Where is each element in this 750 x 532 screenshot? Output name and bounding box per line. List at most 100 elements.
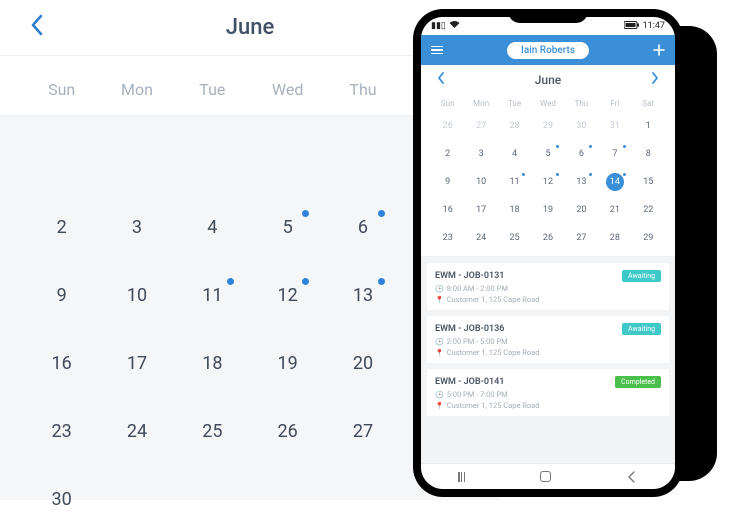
calendar-day[interactable]: 17	[464, 200, 497, 220]
job-card-header: EWM - JOB-0141Completed	[435, 376, 661, 388]
mobile-calendar-grid: 2627282930311234567891011121314151617181…	[421, 114, 675, 257]
calendar-day[interactable]: 10	[99, 272, 174, 318]
calendar-day[interactable]: 9	[24, 272, 99, 318]
job-card[interactable]: EWM - JOB-0131Awaiting🕒8:00 AM - 2:00 PM…	[427, 263, 669, 310]
android-nav-bar	[421, 463, 675, 489]
event-dot-icon	[589, 145, 592, 148]
calendar-day[interactable]: 30	[565, 116, 598, 136]
calendar-day[interactable]: 22	[632, 200, 665, 220]
calendar-day[interactable]: 2	[431, 144, 464, 164]
calendar-day[interactable]: 23	[431, 228, 464, 248]
job-location-row: 📍Customer 1, 125 Cape Road	[435, 348, 661, 357]
weekday-label: Sun	[431, 99, 464, 108]
calendar-day[interactable]: 28	[598, 228, 631, 248]
calendar-day[interactable]: 23	[24, 408, 99, 454]
weekday-label: Thu	[325, 80, 400, 99]
calendar-day[interactable]: 30	[24, 476, 99, 522]
nav-back-button[interactable]	[626, 471, 638, 483]
calendar-day[interactable]: 18	[175, 340, 250, 386]
add-button[interactable]	[653, 44, 665, 56]
calendar-day[interactable]: 17	[99, 340, 174, 386]
nav-home-button[interactable]	[540, 471, 551, 482]
day-number: 27	[476, 121, 486, 131]
calendar-day[interactable]: 4	[498, 144, 531, 164]
day-number: 8	[646, 149, 651, 159]
weekday-label: Sun	[24, 80, 99, 99]
calendar-day[interactable]: 27	[464, 116, 497, 136]
job-title: EWM - JOB-0141	[435, 377, 504, 387]
calendar-day[interactable]: 2	[24, 204, 99, 250]
calendar-day[interactable]: 16	[431, 200, 464, 220]
calendar-day[interactable]: 19	[250, 340, 325, 386]
job-card[interactable]: EWM - JOB-0136Awaiting🕒2:00 PM - 5:00 PM…	[427, 316, 669, 363]
weekday-label: Thu	[565, 99, 598, 108]
day-number: 4	[512, 149, 517, 159]
calendar-day[interactable]: 12	[531, 172, 564, 192]
user-pill[interactable]: Iain Roberts	[507, 42, 589, 59]
calendar-day[interactable]: 6	[325, 204, 400, 250]
job-time-row: 🕒2:00 PM - 5:00 PM	[435, 337, 661, 346]
day-number: 10	[127, 285, 147, 306]
menu-button[interactable]	[431, 46, 443, 55]
day-number: 16	[443, 205, 453, 215]
day-number: 20	[576, 205, 586, 215]
day-number: 3	[132, 217, 142, 238]
calendar-day[interactable]: 15	[632, 172, 665, 192]
calendar-day[interactable]: 11	[175, 272, 250, 318]
calendar-day[interactable]: 27	[325, 408, 400, 454]
job-title: EWM - JOB-0136	[435, 324, 504, 334]
calendar-day[interactable]: 26	[250, 408, 325, 454]
calendar-day[interactable]: 13	[565, 172, 598, 192]
calendar-day[interactable]: 20	[565, 200, 598, 220]
day-number: 2	[57, 217, 67, 238]
calendar-day[interactable]: 27	[565, 228, 598, 248]
day-number: 28	[610, 233, 620, 243]
calendar-day[interactable]: 3	[99, 204, 174, 250]
calendar-day[interactable]: 26	[531, 228, 564, 248]
job-card[interactable]: EWM - JOB-0141Completed🕒5:00 PM - 7:00 P…	[427, 369, 669, 416]
calendar-day[interactable]: 25	[175, 408, 250, 454]
calendar-day[interactable]: 29	[531, 116, 564, 136]
day-number: 29	[543, 121, 553, 131]
nav-recent-button[interactable]	[458, 472, 465, 482]
day-number: 27	[576, 233, 586, 243]
calendar-day[interactable]: 26	[431, 116, 464, 136]
event-dot-icon	[556, 173, 559, 176]
calendar-day[interactable]: 21	[598, 200, 631, 220]
calendar-day[interactable]: 4	[175, 204, 250, 250]
calendar-day[interactable]: 19	[531, 200, 564, 220]
prev-month-button[interactable]	[30, 14, 44, 42]
calendar-day[interactable]: 24	[99, 408, 174, 454]
calendar-day[interactable]: 7	[598, 144, 631, 164]
mobile-calendar-header: June	[421, 65, 675, 95]
day-number: 23	[443, 233, 453, 243]
selected-day[interactable]: 14	[606, 173, 624, 191]
mobile-next-month-button[interactable]	[651, 72, 659, 88]
calendar-day[interactable]: 25	[498, 228, 531, 248]
calendar-day[interactable]: 12	[250, 272, 325, 318]
calendar-day[interactable]: 10	[464, 172, 497, 192]
calendar-day[interactable]: 20	[325, 340, 400, 386]
calendar-day[interactable]: 28	[498, 116, 531, 136]
calendar-day[interactable]: 29	[632, 228, 665, 248]
calendar-day[interactable]: 5	[531, 144, 564, 164]
calendar-day[interactable]: 8	[632, 144, 665, 164]
calendar-day[interactable]: 13	[325, 272, 400, 318]
calendar-day	[250, 136, 325, 182]
calendar-day[interactable]: 31	[598, 116, 631, 136]
calendar-day[interactable]: 14	[598, 172, 631, 192]
calendar-day[interactable]: 24	[464, 228, 497, 248]
day-number: 9	[445, 177, 450, 187]
mobile-prev-month-button[interactable]	[437, 72, 445, 88]
day-number: 10	[476, 177, 486, 187]
calendar-day[interactable]: 3	[464, 144, 497, 164]
calendar-day[interactable]: 18	[498, 200, 531, 220]
calendar-day[interactable]: 11	[498, 172, 531, 192]
day-number: 12	[543, 177, 553, 187]
calendar-day[interactable]: 1	[632, 116, 665, 136]
calendar-day[interactable]: 16	[24, 340, 99, 386]
calendar-day[interactable]: 6	[565, 144, 598, 164]
calendar-day[interactable]: 5	[250, 204, 325, 250]
event-dot-icon	[589, 173, 592, 176]
calendar-day[interactable]: 9	[431, 172, 464, 192]
